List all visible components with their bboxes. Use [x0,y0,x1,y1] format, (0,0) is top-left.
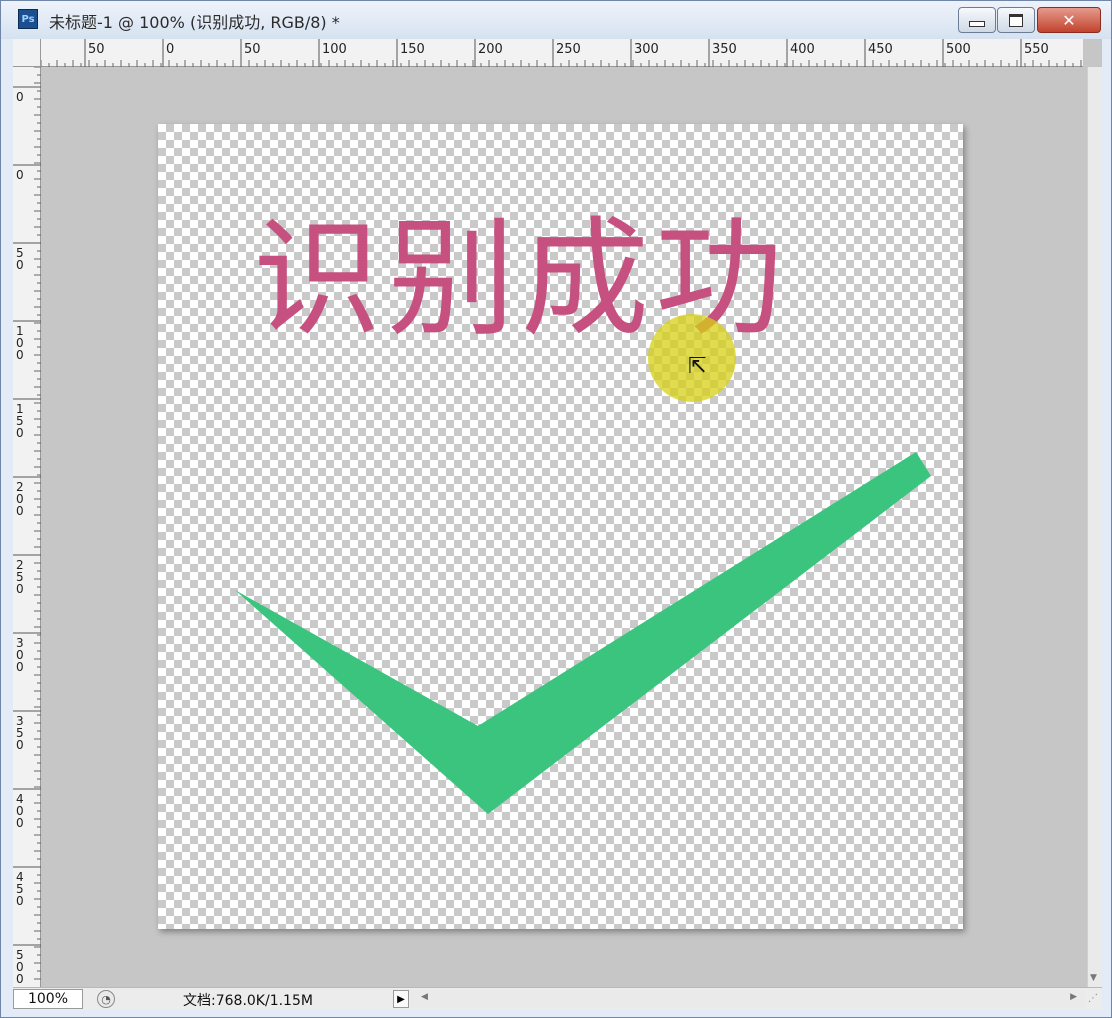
zoom-level-field[interactable]: 100% [13,989,83,1009]
horizontal-ruler-label: 350 [712,42,737,57]
horizontal-ruler-ticks: 50 0 50 100 150 200 250 300 350 400 450 500 550 [41,39,1082,67]
vertical-ruler-label: 0 [16,660,24,674]
document-area: 50 0 50 100 150 200 250 300 350 400 450 500 550 0050… [13,39,1102,987]
horizontal-ruler-label: 400 [790,42,815,57]
horizontal-ruler[interactable]: 50 0 50 100 150 200 250 300 350 400 450 500 550 [41,39,1083,67]
horizontal-ruler-label: 100 [322,42,347,57]
horizontal-ruler-label: 450 [868,42,893,57]
restore-icon [1009,13,1023,27]
photoshop-app-icon: Ps [18,9,38,29]
title-bar[interactable]: Ps 未标题-1 @ 100% (识别成功, RGB/8) * ✕ [1,1,1111,39]
horizontal-ruler-label: 0 [166,42,174,57]
vertical-ruler-label: 0 [16,348,24,362]
vertical-scrollbar[interactable]: ▼ [1087,67,1102,987]
vertical-ruler-label: 0 [16,504,24,518]
checkmark-shape[interactable] [158,124,963,929]
minimize-icon [969,21,985,27]
vertical-ruler[interactable]: 0050100150200250300350400450500 [13,67,41,987]
ruler-origin[interactable] [13,39,41,67]
close-button[interactable]: ✕ [1037,7,1101,33]
vertical-ruler-label: 0 [16,168,24,182]
horizontal-ruler-label: 150 [400,42,425,57]
vertical-ruler-label: 0 [16,738,24,752]
horizontal-ruler-label: 50 [244,42,261,57]
resize-grip-icon[interactable]: ⋰ [1088,993,1098,1004]
vertical-ruler-label: 0 [16,426,24,440]
document-size-info: 文档:768.0K/1.15M [183,993,313,1009]
vertical-ruler-label: 0 [16,90,24,104]
horizontal-ruler-label: 250 [556,42,581,57]
document-status-icon[interactable]: ◔ [97,990,115,1008]
vertical-ruler-label: 0 [16,816,24,830]
horizontal-ruler-label: 200 [478,42,503,57]
status-bar: 100% ◔ 文档:768.0K/1.15M ▶ ◀ ▶ ⋰ [13,987,1102,1010]
document-title: 未标题-1 @ 100% (识别成功, RGB/8) * [49,13,340,32]
transparent-canvas[interactable]: 识别成功 ⇱ [158,124,963,929]
restore-button[interactable] [997,7,1035,33]
move-cursor-icon: ⇱ [688,354,707,379]
horizontal-ruler-label: 300 [634,42,659,57]
scroll-down-icon[interactable]: ▼ [1090,973,1097,983]
vertical-ruler-ticks: 0050100150200250300350400450500 [13,67,41,986]
horizontal-ruler-label: 550 [1024,42,1049,57]
close-icon: ✕ [1062,10,1076,30]
horizontal-ruler-label: 500 [946,42,971,57]
photoshop-document-window: Ps 未标题-1 @ 100% (识别成功, RGB/8) * ✕ 50 0 50 1… [0,0,1112,1018]
vertical-ruler-label: 0 [16,894,24,908]
checkmark-polygon [235,452,931,814]
scroll-left-icon[interactable]: ◀ [421,992,428,1002]
minimize-button[interactable] [958,7,996,33]
document-canvas[interactable]: 识别成功 ⇱ [158,124,963,929]
scroll-right-icon[interactable]: ▶ [1070,992,1077,1002]
status-menu-arrow[interactable]: ▶ [393,990,409,1008]
horizontal-ruler-label: 50 [88,42,105,57]
vertical-ruler-label: 0 [16,972,24,986]
vertical-ruler-label: 0 [16,582,24,596]
vertical-ruler-label: 0 [16,258,24,272]
horizontal-scrollbar[interactable]: ◀ ▶ [411,990,1085,1008]
